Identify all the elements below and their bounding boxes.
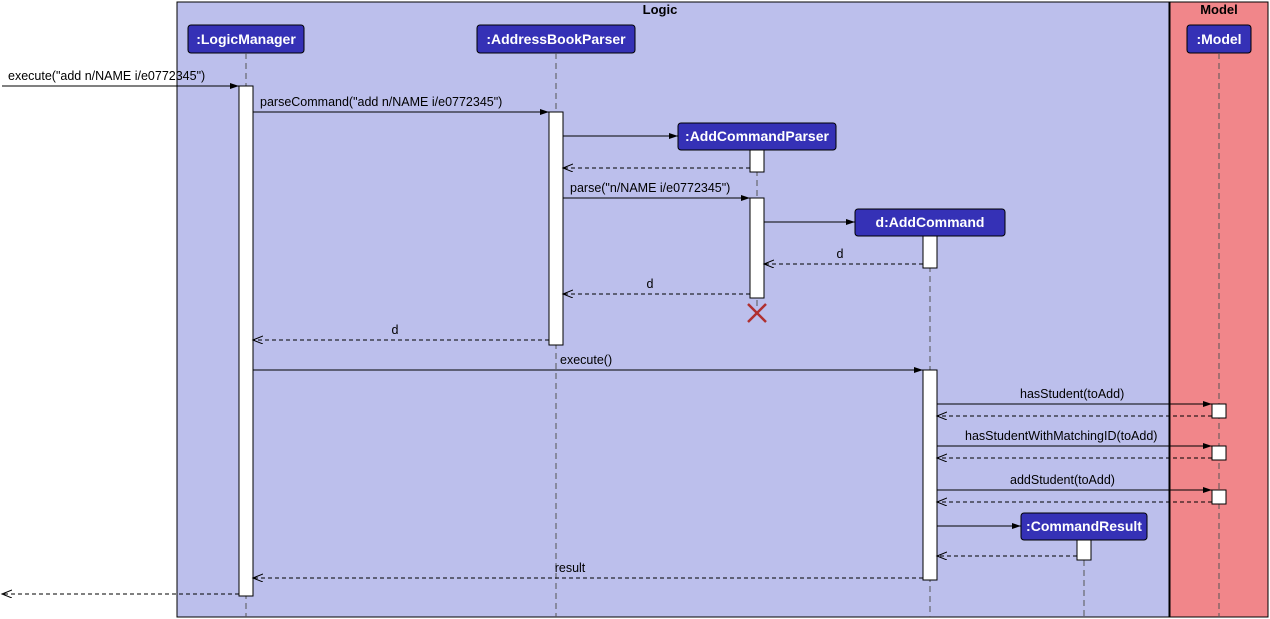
frame-model-label: Model bbox=[1200, 2, 1238, 17]
activation-model-2 bbox=[1212, 446, 1226, 460]
lifeline-add-command-parser-label: :AddCommandParser bbox=[685, 128, 829, 144]
msg-execute-add-label: execute("add n/NAME i/e0772345") bbox=[8, 69, 205, 83]
frame-logic-label: Logic bbox=[643, 2, 678, 17]
return-d-1-label: d bbox=[837, 247, 844, 261]
lifeline-add-command-label: d:AddCommand bbox=[876, 214, 985, 230]
activation-add-command-1 bbox=[923, 236, 937, 268]
activation-model-3 bbox=[1212, 490, 1226, 504]
lifeline-model-label: :Model bbox=[1196, 31, 1241, 47]
msg-has-student-label: hasStudent(toAdd) bbox=[1020, 387, 1124, 401]
return-d-2-label: d bbox=[647, 277, 654, 291]
lifeline-address-book-parser-label: :AddressBookParser bbox=[486, 31, 626, 47]
lifeline-logic-manager-label: :LogicManager bbox=[196, 31, 296, 47]
activation-add-command-2 bbox=[923, 370, 937, 580]
activation-command-result bbox=[1077, 540, 1091, 560]
msg-parse-command-label: parseCommand("add n/NAME i/e0772345") bbox=[260, 95, 502, 109]
activation-acp-2 bbox=[750, 198, 764, 298]
activation-model-1 bbox=[1212, 404, 1226, 418]
msg-execute-label: execute() bbox=[560, 353, 612, 367]
msg-add-student-label: addStudent(toAdd) bbox=[1010, 473, 1115, 487]
activation-acp-1 bbox=[750, 150, 764, 172]
msg-has-student-matching-id-label: hasStudentWithMatchingID(toAdd) bbox=[965, 429, 1157, 443]
return-d-3-label: d bbox=[392, 323, 399, 337]
activation-logic-manager bbox=[239, 86, 253, 596]
activation-address-book-parser bbox=[549, 112, 563, 345]
return-result-label: result bbox=[555, 561, 586, 575]
msg-parse-label: parse("n/NAME i/e0772345") bbox=[570, 181, 730, 195]
lifeline-command-result-label: :CommandResult bbox=[1026, 518, 1142, 534]
